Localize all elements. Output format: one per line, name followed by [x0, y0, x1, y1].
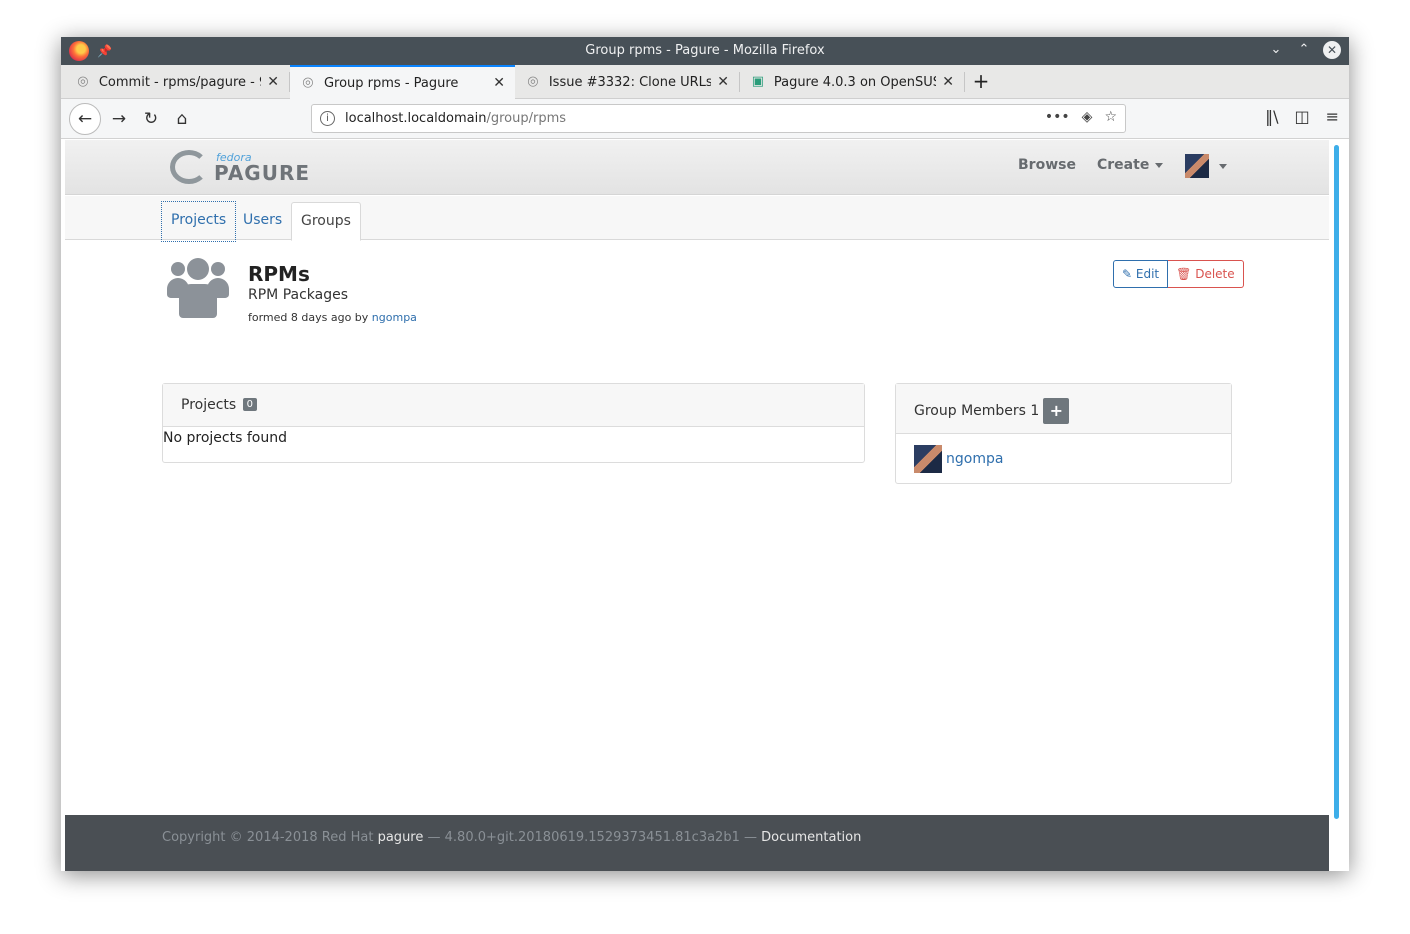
footer-pagure-link[interactable]: pagure — [378, 830, 424, 845]
group-title: RPMs — [248, 262, 310, 286]
tab-label: Group rpms - Pagure — [323, 75, 459, 91]
minimize-icon[interactable]: ⌄ — [1267, 41, 1285, 59]
footer-text: Copyright © 2014-2018 Red Hat pagure — 4… — [162, 830, 861, 845]
pagure-icon: ◎ — [527, 74, 539, 89]
edit-group-button[interactable]: ✎ Edit — [1113, 260, 1169, 288]
create-menu[interactable]: Create — [1097, 157, 1164, 173]
logo-pagure: PAGURE — [214, 160, 311, 185]
chevron-down-icon — [1155, 162, 1164, 168]
url-path: /group/rpms — [486, 111, 567, 126]
member-item: ngompa — [896, 434, 1231, 484]
add-member-button[interactable]: + — [1043, 398, 1070, 424]
new-tab-button[interactable]: + — [969, 69, 993, 93]
tab-close-icon[interactable]: ✕ — [717, 74, 729, 90]
tab-separator — [964, 72, 965, 92]
user-avatar[interactable] — [1185, 154, 1209, 178]
projects-card: Projects 0 No projects found — [162, 383, 865, 463]
maximize-icon[interactable]: ⌃ — [1295, 41, 1313, 59]
group-description: RPM Packages — [248, 287, 349, 303]
member-link[interactable]: ngompa — [946, 451, 1003, 467]
footer-documentation-link[interactable]: Documentation — [761, 830, 861, 845]
tab-bar: ◎ Commit - rpms/pagure - 93 ✕ ◎ Group rp… — [61, 65, 1349, 99]
url-actions: ••• ◈ ☆ — [1045, 109, 1117, 125]
pagure-icon: ◎ — [302, 75, 314, 90]
document-icon: ▣ — [751, 74, 765, 89]
group-members-card: Group Members 1 + ngompa — [895, 383, 1232, 484]
browse-link[interactable]: Browse — [1018, 157, 1076, 173]
footer-version: — 4.80.0+git.20180619.1529373451.81c3a2b… — [427, 830, 757, 845]
tab-close-icon[interactable]: ✕ — [942, 74, 954, 90]
pagure-logo-icon — [170, 150, 208, 184]
page-viewport: fedora PAGURE Browse Create Projects Use… — [65, 140, 1329, 871]
url-bar[interactable]: i localhost.localdomain/group/rpms ••• ◈… — [311, 104, 1126, 133]
site-info-icon[interactable]: i — [320, 111, 335, 126]
group-meta: formed 8 days ago by ngompa — [248, 311, 417, 324]
pagure-logo[interactable]: fedora PAGURE — [170, 150, 310, 184]
desktop: 📌 Group rpms - Pagure - Mozilla Firefox … — [0, 0, 1410, 934]
window-controls: ⌄ ⌃ ✕ — [1267, 41, 1341, 59]
projects-heading: Projects — [181, 397, 237, 413]
edit-label: Edit — [1135, 267, 1160, 281]
tab-group-rpms[interactable]: ◎ Group rpms - Pagure ✕ — [290, 65, 515, 99]
back-icon[interactable]: ← — [69, 103, 101, 135]
group-icon-head — [171, 262, 185, 276]
sub-navigation: Projects Users Groups — [65, 196, 1329, 242]
group-actions: ✎ Edit 🗑 Delete — [1113, 260, 1244, 288]
tab-close-icon[interactable]: ✕ — [267, 74, 279, 90]
trash-icon: 🗑 — [1176, 267, 1192, 281]
delete-group-button[interactable]: 🗑 Delete — [1168, 260, 1244, 288]
tab-label: Commit - rpms/pagure - 93 — [98, 74, 262, 90]
pagure-icon: ◎ — [77, 74, 89, 89]
pencil-icon: ✎ — [1122, 267, 1133, 281]
group-icon — [167, 258, 229, 318]
tab-groups[interactable]: Groups — [291, 202, 361, 241]
site-header: fedora PAGURE Browse Create — [65, 140, 1329, 195]
reload-icon[interactable]: ↻ — [137, 105, 165, 133]
title-bar: 📌 Group rpms - Pagure - Mozilla Firefox … — [61, 37, 1349, 65]
sidebar-icon[interactable]: ◫ — [1294, 107, 1309, 126]
group-owner-link[interactable]: ngompa — [372, 311, 417, 324]
tab-issue-3332[interactable]: ◎ Issue #3332: Clone URLs a ✕ — [515, 65, 739, 99]
group-icon-head — [211, 262, 225, 276]
url-text[interactable]: localhost.localdomain/group/rpms — [345, 111, 566, 126]
pocket-icon[interactable]: ◈ — [1082, 109, 1093, 125]
navigation-bar: ← → ↻ ⌂ i localhost.localdomain/group/rp… — [61, 99, 1349, 139]
tab-label: Issue #3332: Clone URLs a — [548, 74, 712, 90]
projects-count-badge: 0 — [242, 398, 258, 411]
group-meta-text: formed 8 days ago by — [248, 311, 369, 324]
tab-projects[interactable]: Projects — [160, 201, 237, 242]
create-label: Create — [1097, 157, 1150, 173]
bookmark-star-icon[interactable]: ☆ — [1104, 109, 1117, 125]
chevron-down-icon[interactable] — [1219, 164, 1227, 169]
members-card-header: Group Members 1 + — [896, 384, 1231, 434]
scrollbar[interactable] — [1334, 145, 1339, 819]
delete-label: Delete — [1195, 267, 1235, 281]
library-icon[interactable]: ‖\ — [1265, 107, 1278, 126]
page-actions-icon[interactable]: ••• — [1045, 109, 1070, 125]
tab-users[interactable]: Users — [234, 202, 291, 241]
no-projects-message: No projects found — [163, 430, 287, 446]
tab-pagure-opensuse[interactable]: ▣ Pagure 4.0.3 on OpenSUSE ✕ — [740, 65, 964, 99]
toolbar-right: ‖\ ◫ ≡ — [1265, 107, 1339, 126]
window-title: Group rpms - Pagure - Mozilla Firefox — [585, 43, 825, 58]
group-icon-head — [187, 258, 209, 280]
members-heading: Group Members — [914, 403, 1026, 419]
tab-label: Pagure 4.0.3 on OpenSUSE — [773, 74, 937, 90]
projects-card-header: Projects 0 — [163, 384, 864, 427]
footer-copyright: Copyright © 2014-2018 Red Hat — [162, 830, 374, 845]
tab-close-icon[interactable]: ✕ — [493, 75, 505, 91]
forward-icon[interactable]: → — [105, 105, 133, 133]
logo-text: fedora PAGURE — [214, 152, 310, 183]
tab-commit[interactable]: ◎ Commit - rpms/pagure - 93 ✕ — [65, 65, 289, 99]
members-count: 1 — [1030, 403, 1040, 419]
browser-window: 📌 Group rpms - Pagure - Mozilla Firefox … — [61, 37, 1349, 871]
group-icon-body — [179, 284, 217, 318]
close-window-icon[interactable]: ✕ — [1323, 41, 1341, 59]
home-icon[interactable]: ⌂ — [168, 105, 196, 133]
url-host: localhost.localdomain — [345, 111, 487, 126]
avatar — [914, 445, 942, 473]
menu-icon[interactable]: ≡ — [1326, 107, 1339, 126]
site-footer: Copyright © 2014-2018 Red Hat pagure — 4… — [65, 815, 1329, 871]
